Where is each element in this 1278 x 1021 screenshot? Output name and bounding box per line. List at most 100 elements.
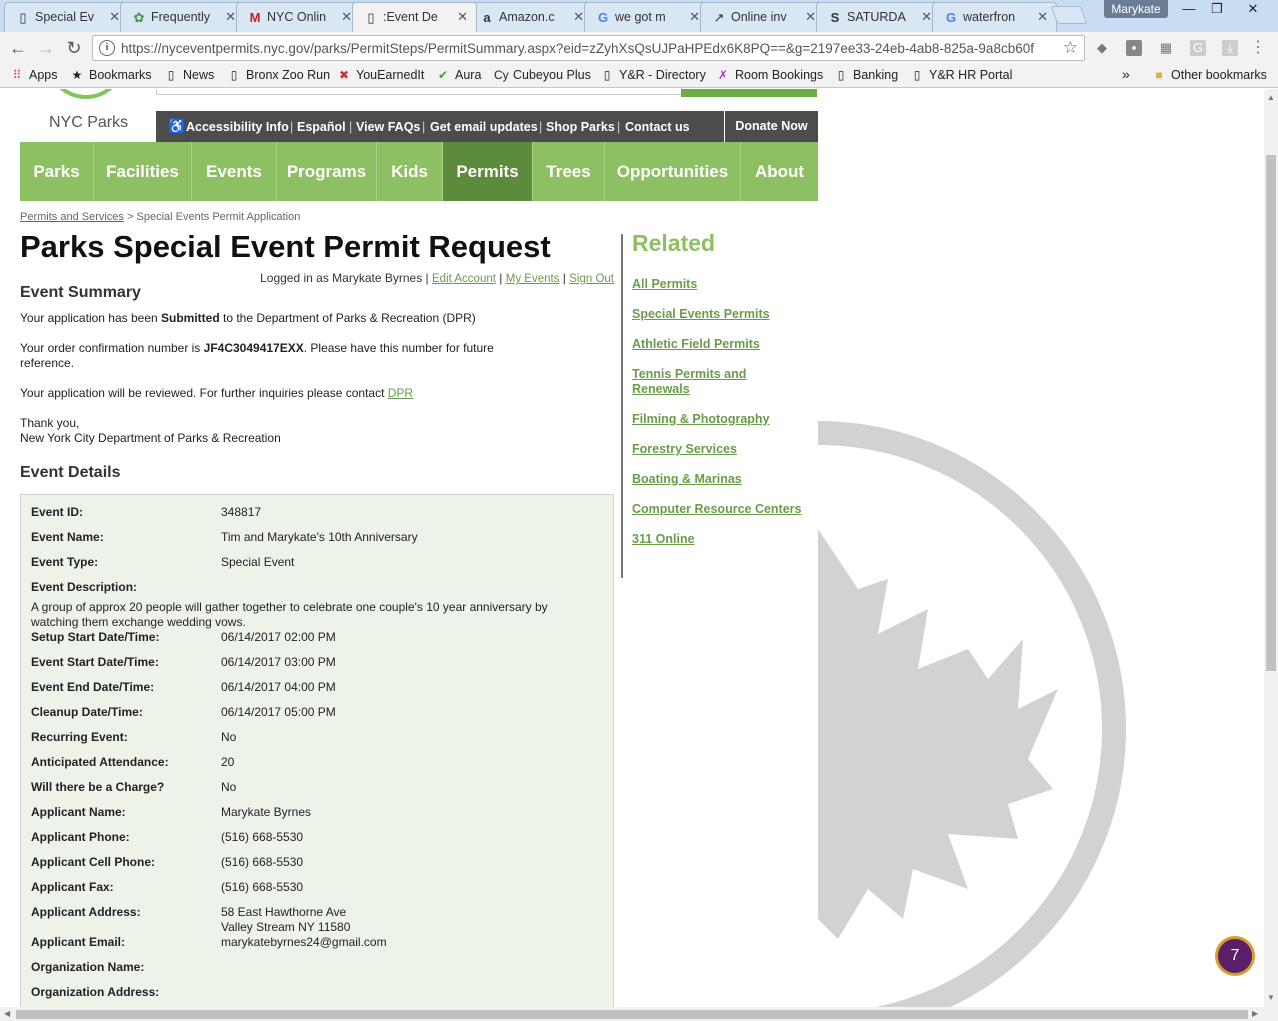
util-link-espanol[interactable]: Español [297,120,346,134]
browser-tab[interactable]: a Amazon.c ✕ [468,2,593,32]
browser-tab[interactable]: ▯ Special Ev ✕ [4,2,129,32]
nav-trees[interactable]: Trees [533,142,605,201]
scroll-down-icon[interactable]: ▼ [1267,993,1275,1002]
profile-button[interactable]: Marykate [1104,0,1168,18]
close-tab-icon[interactable]: ✕ [805,9,816,25]
bookmark-youearnedit[interactable]: ✖ YouEarnedIt [337,68,424,82]
back-icon[interactable]: ← [6,36,30,60]
browser-tab-active[interactable]: ▯ :Event De ✕ [352,2,477,32]
close-window-icon[interactable]: ✕ [1238,0,1268,18]
nav-about[interactable]: About [741,142,818,201]
reload-icon[interactable]: ↻ [62,36,86,60]
minimize-icon[interactable]: — [1174,0,1204,18]
util-link-email-updates[interactable]: Get email updates [430,120,538,134]
nav-permits[interactable]: Permits [443,142,533,201]
related-link-athletic-field[interactable]: Athletic Field Permits [632,337,807,352]
pdf-extension-icon[interactable]: ⤓ [1222,40,1238,56]
submitted-message: Your application has been Submitted to t… [20,311,520,326]
bookmark-bronx-zoo-run[interactable]: ▯ Bronx Zoo Run [227,68,330,82]
extension-icon[interactable]: ▪ [1126,40,1142,56]
bookmark-yr-directory[interactable]: ▯ Y&R - Directory [600,68,706,82]
close-tab-icon[interactable]: ✕ [921,9,932,25]
maximize-icon[interactable]: ❐ [1202,0,1232,18]
menu-icon[interactable]: ⋮ [1250,40,1266,56]
bookmark-banking[interactable]: ▯ Banking [834,68,899,82]
close-tab-icon[interactable]: ✕ [341,9,352,25]
bookmark-yr-hr-portal[interactable]: ▯ Y&R HR Portal [910,68,1013,82]
dpr-contact-link[interactable]: DPR [388,386,413,400]
close-tab-icon[interactable]: ✕ [689,9,700,25]
help-badge[interactable]: 7 [1215,936,1255,976]
browser-tab[interactable]: G waterfron ✕ [932,2,1057,32]
browser-tab[interactable]: G we got m ✕ [584,2,709,32]
bookmark-aura[interactable]: ✔ Aura [436,68,481,82]
scrollbar-thumb[interactable] [1266,155,1276,671]
browser-tab[interactable]: M NYC Onlin ✕ [236,2,361,32]
address-bar[interactable]: i https://nyceventpermits.nyc.gov/parks/… [92,35,1085,61]
horizontal-scrollbar[interactable]: ◀ ▶ [0,1007,1278,1021]
related-link-filming[interactable]: Filming & Photography [632,412,807,427]
close-tab-icon[interactable]: ✕ [573,9,584,25]
site-search-button[interactable] [681,89,817,97]
bookmark-apps[interactable]: ⠿ Apps [10,68,58,82]
scroll-left-icon[interactable]: ◀ [4,1009,10,1018]
site-info-icon[interactable]: i [99,40,115,56]
util-link-shop[interactable]: Shop Parks [546,120,615,134]
grid-extension-icon[interactable]: ▦ [1158,40,1174,56]
nav-programs[interactable]: Programs [277,142,377,201]
nav-opportunities[interactable]: Opportunities [605,142,741,201]
bookmark-cubeyou-plus[interactable]: Cy Cubeyou Plus [494,68,591,82]
browser-tab[interactable]: ↗ Online inv ✕ [700,2,825,32]
nav-facilities[interactable]: Facilities [94,142,192,201]
bookmark-room-bookings[interactable]: ✗ Room Bookings [716,68,823,82]
new-tab-button[interactable] [1050,6,1088,24]
related-link-tennis[interactable]: Tennis Permits and Renewals [632,367,762,397]
donate-button[interactable]: Donate Now [725,111,818,142]
sign-out-link[interactable]: Sign Out [569,273,614,285]
g-extension-icon[interactable]: G [1190,40,1206,56]
nav-parks[interactable]: Parks [20,142,94,201]
tab-title: Special Ev [35,10,95,24]
bookmark-star-icon[interactable]: ☆ [1063,38,1078,58]
util-link-faqs[interactable]: View FAQs [356,120,420,134]
close-tab-icon[interactable]: ✕ [109,9,120,25]
scroll-right-icon[interactable]: ▶ [1252,1009,1258,1018]
nav-events[interactable]: Events [192,142,277,201]
other-bookmarks[interactable]: ■ Other bookmarks [1152,68,1267,82]
related-link-computer-centers[interactable]: Computer Resource Centers [632,502,807,517]
related-link-forestry[interactable]: Forestry Services [632,442,807,457]
breadcrumb-link[interactable]: Permits and Services [20,211,124,223]
separator: | [617,120,621,134]
util-link-contact[interactable]: Contact us [625,120,690,134]
logo-text[interactable]: NYC Parks [49,114,128,132]
summary-text: Your application will be reviewed. For f… [20,386,388,400]
detail-label: Cleanup Date/Time: [31,705,143,719]
close-tab-icon[interactable]: ✕ [1037,9,1048,25]
related-link-all-permits[interactable]: All Permits [632,277,807,292]
close-tab-icon[interactable]: ✕ [225,9,236,25]
my-events-link[interactable]: My Events [506,273,560,285]
util-link-accessibility[interactable]: Accessibility Info [186,120,289,134]
browser-tab[interactable]: ✿ Frequently ✕ [120,2,245,32]
nyc-parks-logo[interactable] [46,89,126,99]
dropbox-icon[interactable]: ◆ [1094,40,1110,56]
breadcrumb-current: Special Events Permit Application [136,211,301,223]
detail-label: Organization Name: [31,960,145,974]
nav-kids[interactable]: Kids [377,142,443,201]
bookmark-bookmarks[interactable]: ★ Bookmarks [70,68,152,82]
close-tab-icon[interactable]: ✕ [457,9,468,25]
edit-account-link[interactable]: Edit Account [432,273,496,285]
scroll-up-icon[interactable]: ▲ [1267,93,1275,102]
related-link-311[interactable]: 311 Online [632,532,807,547]
browser-tab[interactable]: S SATURDA ✕ [816,2,941,32]
url-text[interactable]: https://nyceventpermits.nyc.gov/parks/Pe… [121,41,1051,56]
bookmark-news[interactable]: ▯ News [164,68,215,82]
related-link-special-events[interactable]: Special Events Permits [632,307,807,322]
site-search-input[interactable] [156,89,682,95]
related-link-boating[interactable]: Boating & Marinas [632,472,807,487]
bookmarks-overflow-button[interactable]: » [1122,66,1130,82]
forward-icon[interactable]: → [34,36,58,60]
bookmark-label: Aura [455,68,482,82]
vertical-scrollbar[interactable]: ▲ ▼ [1264,89,1278,1007]
scrollbar-thumb[interactable] [16,1010,1248,1019]
